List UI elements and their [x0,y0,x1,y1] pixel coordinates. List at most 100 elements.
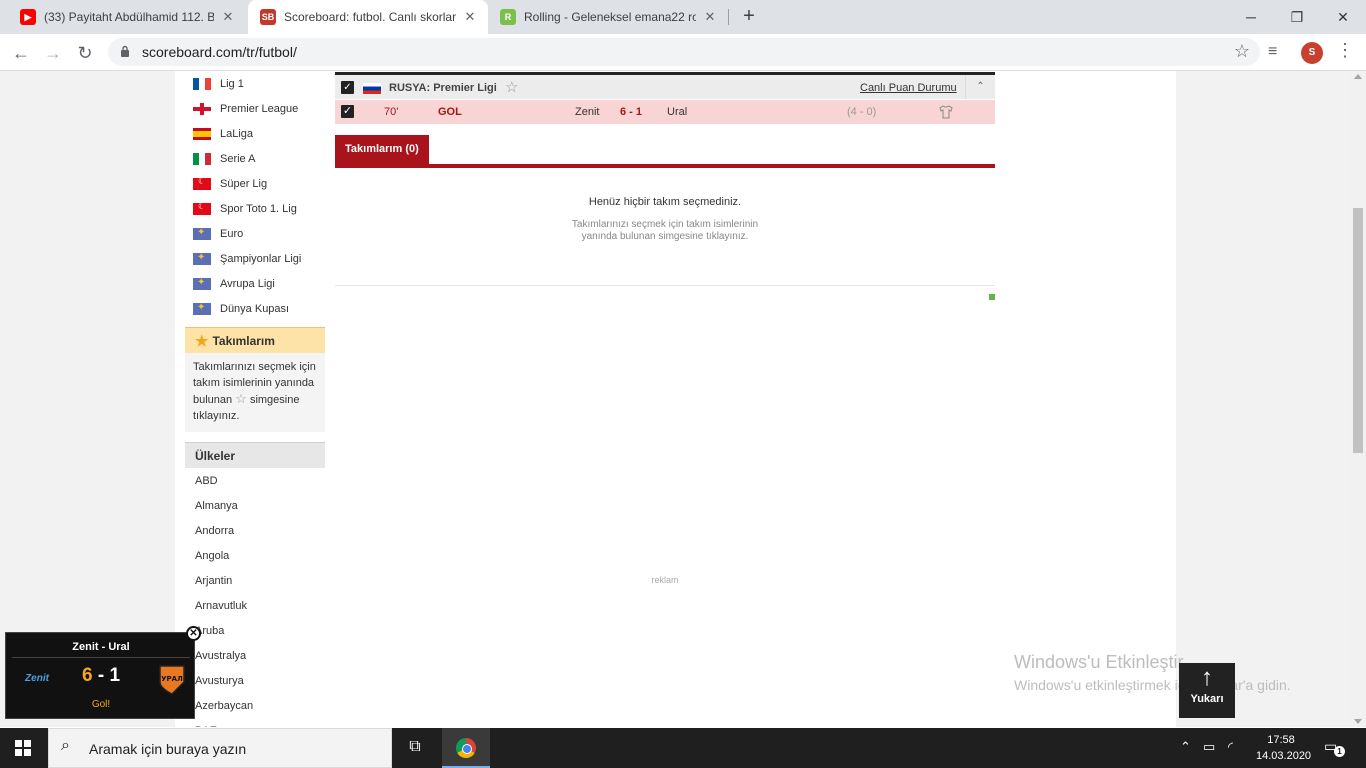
league-label: Avrupa Ligi [220,277,275,290]
new-tab-button[interactable]: + [738,6,760,28]
league-checkbox[interactable]: ✓ [341,81,354,94]
back-to-top-button[interactable]: ↑ Yukarı [1179,663,1235,718]
bookmark-star-icon[interactable]: ☆ [1234,41,1250,62]
league-name[interactable]: RUSYA: Premier Ligi [389,82,497,94]
league-label: LaLiga [220,127,254,140]
close-icon[interactable]: ✕ [702,9,718,25]
ural-logo-text: УРАЛ [161,675,183,683]
match-row[interactable]: ✓ 70' GOL Zenit 6 - 1 Ural (4 - 0) [335,100,995,124]
widget-status: Gol! [91,699,111,710]
sidebar-league-europa-league[interactable]: Avrupa Ligi [185,271,325,296]
live-standings-link[interactable]: Canlı Puan Durumu [860,82,957,94]
widget-title: Zenit - Ural [72,641,130,653]
sidebar-league-lig1[interactable]: Lig 1 [185,71,325,96]
restore-button[interactable]: ❐ [1274,4,1320,30]
countries-header: Ülkeler [185,442,325,468]
country-item[interactable]: ABD [185,468,325,493]
notification-center-icon[interactable]: ▭ 1 [1324,738,1345,757]
windows-start-icon[interactable] [15,740,31,756]
tray-chevron-up-icon[interactable]: ⌃ [1180,739,1191,755]
country-item[interactable]: Avustralya [185,643,325,668]
sidebar-league-world-cup[interactable]: Dünya Kupası [185,296,325,321]
country-item[interactable]: Arnavutluk [185,593,325,618]
favorite-star-icon[interactable]: ☆ [505,78,518,96]
page-viewport: Lig 1 Premier League LaLiga Serie A Süpe… [0,71,1350,727]
lock-icon [121,45,129,57]
tab-rolling[interactable]: R Rolling - Geleneksel emana22 ro ✕ [488,0,728,34]
country-item[interactable]: Angola [185,543,325,568]
star-icon: ★ [195,332,209,350]
shirt-icon[interactable] [939,105,953,119]
tab-youtube[interactable]: ▶ (33) Payitaht Abdülhamid 112. Bö ✕ [8,0,246,34]
ad-label: reklam [651,575,679,585]
tab-title: Rolling - Geleneksel emana22 ro [524,10,696,24]
clock-time: 17:58 [1267,734,1295,746]
sidebar-league-spor-toto[interactable]: Spor Toto 1. Lig [185,196,325,221]
arrow-up-icon: ↑ [1201,664,1213,691]
close-window-button[interactable]: ✕ [1320,4,1366,30]
country-item[interactable]: BAE [185,718,325,728]
tab-scoreboard[interactable]: SB Scoreboard: futbol. Canlı skorlar, ✕ [248,0,488,34]
widget-away-score: 1 [109,665,121,686]
league-label: Euro [220,227,244,240]
league-header-russia: ✓ RUSYA: Premier Ligi ☆ Canlı Puan Durum… [335,72,995,99]
rolling-icon: R [500,9,516,25]
wifi-icon[interactable]: ◜ [1228,739,1233,755]
sidebar-league-euro[interactable]: Euro [185,221,325,246]
sidebar-league-super-lig[interactable]: Süper Lig [185,171,325,196]
halftime-score: (4 - 0) [847,106,877,118]
page-container: Lig 1 Premier League LaLiga Serie A Süpe… [175,71,1176,727]
taskbar-chrome[interactable] [442,728,490,768]
league-label: Şampiyonlar Ligi [220,252,302,265]
ural-logo-icon: УРАЛ [159,665,185,694]
profile-avatar[interactable]: S [1301,42,1323,64]
sidebar-league-laliga[interactable]: LaLiga [185,121,325,146]
status-dot-icon [989,294,995,300]
empty-state-description: Takımlarınızı seçmek için takım isimleri… [571,219,759,242]
task-view-icon[interactable]: ⧉ [404,738,426,758]
sidebar-league-premier-league[interactable]: Premier League [185,96,325,121]
russia-flag-icon [363,83,381,94]
league-label: Spor Toto 1. Lig [220,202,297,215]
address-bar[interactable]: scoreboard.com/tr/futbol/ ☆ [108,38,1260,66]
sidebar-league-champions-league[interactable]: Şampiyonlar Ligi [185,246,325,271]
match-checkbox[interactable]: ✓ [341,105,354,118]
media-queue-icon[interactable]: ≡ [1268,43,1277,61]
match-status: GOL [438,106,462,118]
empty-state-title: Henüz hiçbir takım seçmediniz. [588,196,742,208]
minimize-button[interactable]: ─ [1228,4,1274,30]
page-scrollbar[interactable] [1350,71,1366,727]
country-item[interactable]: Almanya [185,493,325,518]
scroll-up-icon[interactable] [1354,74,1362,79]
widget-close-icon[interactable]: ✕ [186,626,201,641]
sidebar-league-serie-a[interactable]: Serie A [185,146,325,171]
my-teams-header: ★ Takımlarım [185,327,325,353]
back-button[interactable]: ← [8,40,34,66]
close-icon[interactable]: ✕ [220,9,236,25]
tab-separator [728,9,729,25]
country-item[interactable]: Arjantin [185,568,325,593]
reload-button[interactable]: ↻ [72,40,98,66]
star-outline-icon: ☆ [235,391,247,406]
battery-icon[interactable]: ▭ [1203,739,1215,755]
tab-my-teams[interactable]: Takımlarım (0) [335,135,429,164]
country-item[interactable]: Avusturya [185,668,325,693]
country-item[interactable]: Aruba [185,618,325,643]
forward-button[interactable]: → [40,40,66,66]
league-label: Süper Lig [220,177,268,190]
scrollbar-thumb[interactable] [1353,208,1363,453]
scroll-down-icon[interactable] [1354,719,1362,724]
windows-taskbar: ⌕ Aramak için buraya yazın ⧉ ⌃ ▭ ◜ 17:58… [0,728,1366,768]
italy-flag-icon [193,152,211,165]
taskbar-clock[interactable]: 17:58 14.03.2020 [1256,732,1311,764]
live-score-widget[interactable]: Zenit - Ural Zenit 6 - 1 УРАЛ Gol! [5,632,195,719]
menu-dots-icon[interactable]: ⋮ [1336,40,1354,61]
taskbar-search-box[interactable]: ⌕ Aramak için buraya yazın [48,728,392,768]
europe-flag-icon [193,227,211,240]
country-item[interactable]: Andorra [185,518,325,543]
close-icon[interactable]: ✕ [462,9,478,25]
collapse-chevron-icon[interactable]: ⌃ [965,75,995,99]
my-teams-tabbar: Takımlarım (0) [335,135,995,168]
watermark-title: Windows'u Etkinleştir [1014,652,1184,672]
country-item[interactable]: Azerbaycan [185,693,325,718]
